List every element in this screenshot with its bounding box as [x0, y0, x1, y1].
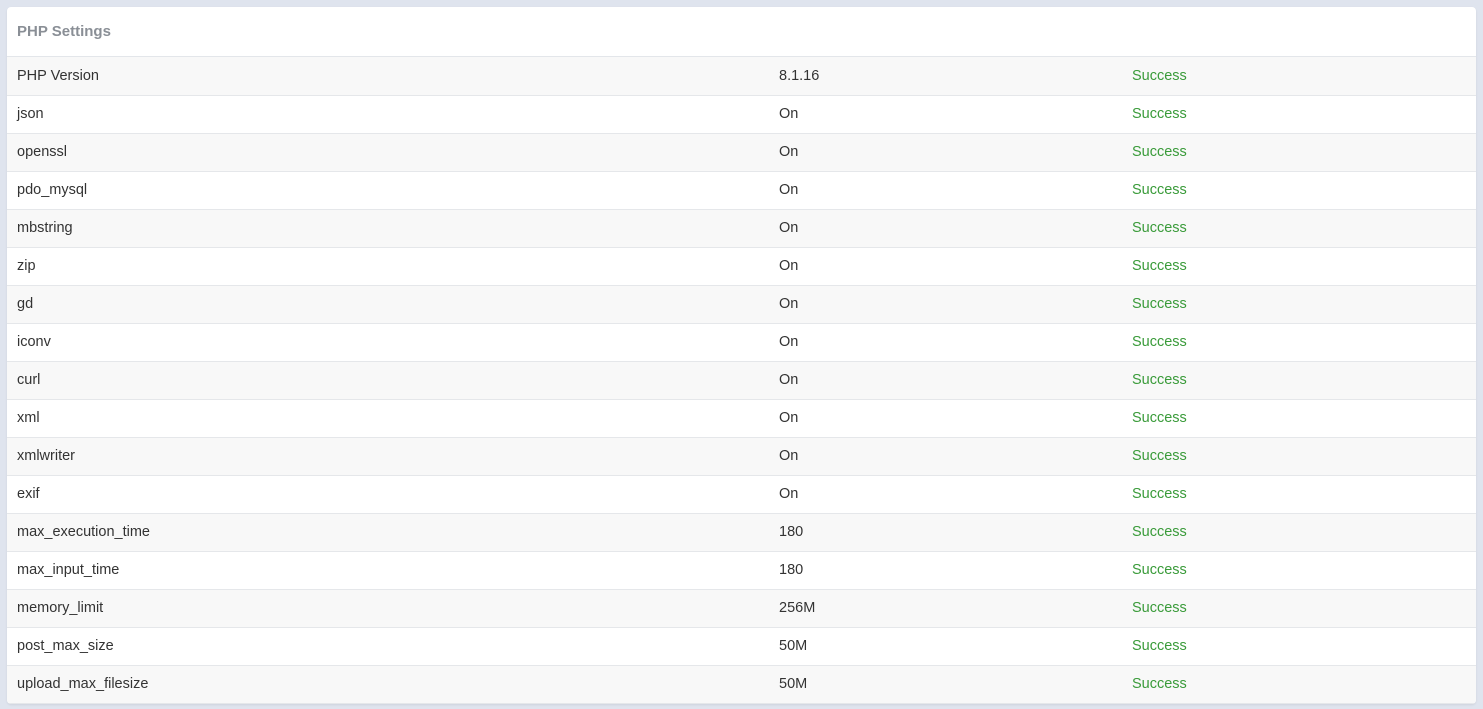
- php-settings-table: PHP Version 8.1.16 Success json On Success ope…: [7, 57, 1476, 704]
- setting-status: Success: [1122, 627, 1476, 666]
- table-body: PHP Version 8.1.16 Success json On Success ope…: [7, 57, 1476, 704]
- setting-value: On: [769, 399, 1122, 438]
- table-row: openssl On Success: [7, 133, 1476, 172]
- setting-status: Success: [1122, 475, 1476, 514]
- setting-status: Success: [1122, 209, 1476, 248]
- table-row: post_max_size 50M Success: [7, 627, 1476, 666]
- card-header: PHP Settings: [7, 7, 1476, 57]
- setting-value: 180: [769, 551, 1122, 590]
- setting-value: On: [769, 285, 1122, 324]
- setting-value: On: [769, 171, 1122, 210]
- setting-status: Success: [1122, 171, 1476, 210]
- setting-status: Success: [1122, 665, 1476, 704]
- setting-status: Success: [1122, 589, 1476, 628]
- setting-value: On: [769, 323, 1122, 362]
- table-row: upload_max_filesize 50M Success: [7, 665, 1476, 704]
- setting-name: gd: [7, 285, 769, 324]
- setting-status: Success: [1122, 323, 1476, 362]
- setting-value: On: [769, 95, 1122, 134]
- php-settings-card: PHP Settings PHP Version 8.1.16 Success jso…: [7, 7, 1476, 704]
- setting-name: json: [7, 95, 769, 134]
- table-row: curl On Success: [7, 361, 1476, 400]
- setting-status: Success: [1122, 95, 1476, 134]
- setting-name: max_execution_time: [7, 513, 769, 552]
- setting-status: Success: [1122, 247, 1476, 286]
- table-row: max_execution_time 180 Success: [7, 513, 1476, 552]
- setting-name: xml: [7, 399, 769, 438]
- setting-name: pdo_mysql: [7, 171, 769, 210]
- setting-name: PHP Version: [7, 57, 769, 96]
- card-title: PHP Settings: [17, 23, 111, 40]
- table-row: gd On Success: [7, 285, 1476, 324]
- setting-status: Success: [1122, 551, 1476, 590]
- setting-name: mbstring: [7, 209, 769, 248]
- setting-name: iconv: [7, 323, 769, 362]
- setting-value: On: [769, 133, 1122, 172]
- setting-value: On: [769, 247, 1122, 286]
- setting-name: max_input_time: [7, 551, 769, 590]
- setting-status: Success: [1122, 513, 1476, 552]
- setting-status: Success: [1122, 437, 1476, 476]
- setting-name: memory_limit: [7, 589, 769, 628]
- table-row: max_input_time 180 Success: [7, 551, 1476, 590]
- setting-name: exif: [7, 475, 769, 514]
- setting-value: On: [769, 475, 1122, 514]
- table-row: PHP Version 8.1.16 Success: [7, 57, 1476, 96]
- setting-status: Success: [1122, 361, 1476, 400]
- table-row: json On Success: [7, 95, 1476, 134]
- table-row: zip On Success: [7, 247, 1476, 286]
- setting-name: upload_max_filesize: [7, 665, 769, 704]
- setting-value: 256M: [769, 589, 1122, 628]
- setting-status: Success: [1122, 57, 1476, 96]
- table-row: xml On Success: [7, 399, 1476, 438]
- setting-value: 50M: [769, 665, 1122, 704]
- setting-name: post_max_size: [7, 627, 769, 666]
- setting-name: curl: [7, 361, 769, 400]
- table-row: pdo_mysql On Success: [7, 171, 1476, 210]
- setting-value: On: [769, 361, 1122, 400]
- table-row: memory_limit 256M Success: [7, 589, 1476, 628]
- setting-value: 180: [769, 513, 1122, 552]
- setting-name: zip: [7, 247, 769, 286]
- setting-value: On: [769, 437, 1122, 476]
- setting-value: 8.1.16: [769, 57, 1122, 96]
- table-row: xmlwriter On Success: [7, 437, 1476, 476]
- setting-value: On: [769, 209, 1122, 248]
- setting-status: Success: [1122, 285, 1476, 324]
- table-row: mbstring On Success: [7, 209, 1476, 248]
- table-row: exif On Success: [7, 475, 1476, 514]
- setting-name: xmlwriter: [7, 437, 769, 476]
- table-row: iconv On Success: [7, 323, 1476, 362]
- setting-status: Success: [1122, 133, 1476, 172]
- setting-status: Success: [1122, 399, 1476, 438]
- setting-name: openssl: [7, 133, 769, 172]
- setting-value: 50M: [769, 627, 1122, 666]
